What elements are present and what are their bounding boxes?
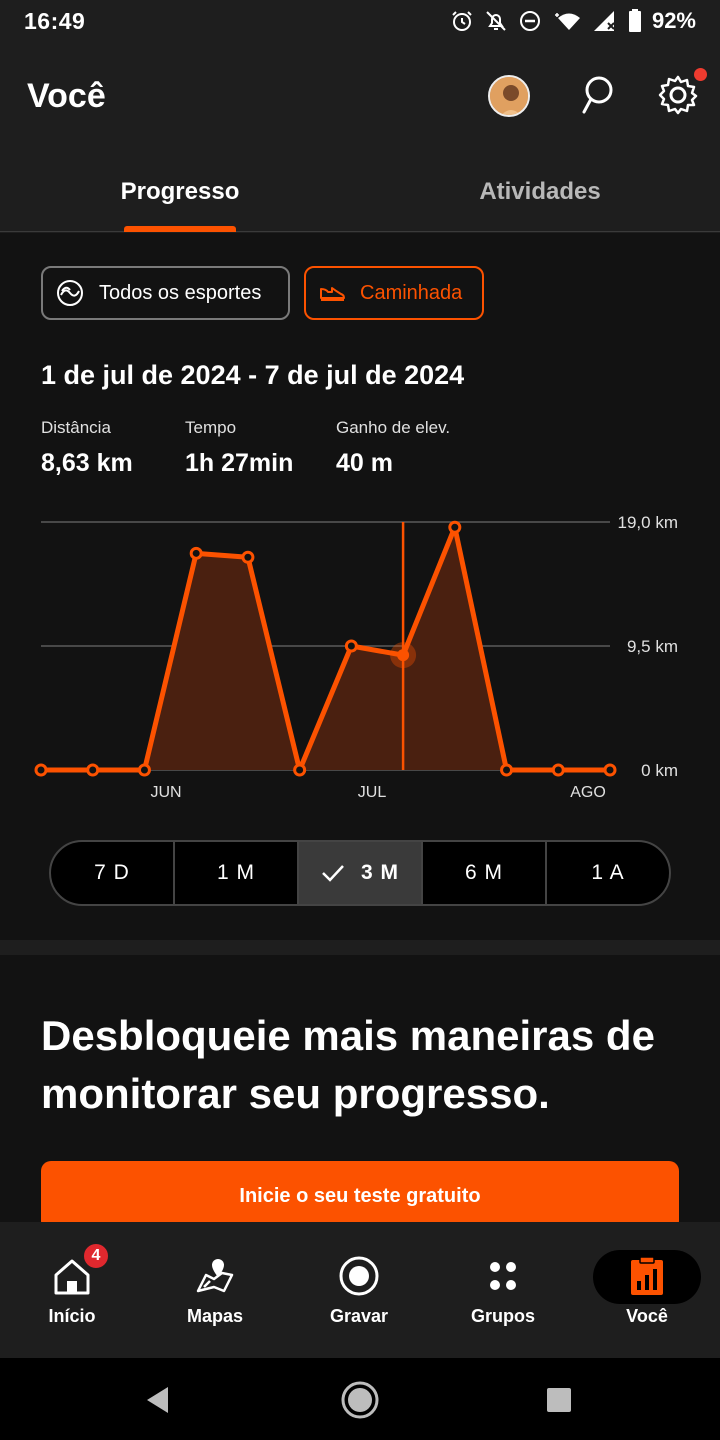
shoe-icon (320, 287, 345, 301)
tab-bar: Progresso Atividades (0, 144, 720, 232)
chart-point (189, 546, 203, 560)
chart-y-tick-label: 9,5 km (627, 637, 678, 656)
dnd-icon (519, 11, 540, 31)
settings-button[interactable] (656, 71, 700, 119)
all-sports-icon (57, 280, 83, 306)
filter-walk[interactable]: Caminhada (304, 266, 484, 320)
system-recents-button[interactable] (537, 1378, 581, 1422)
wifi-icon (554, 13, 580, 30)
nav-you[interactable]: Você (575, 1222, 719, 1358)
chart-point (34, 763, 48, 777)
chart-point (551, 763, 565, 777)
map-icon (193, 1254, 237, 1298)
chart-point (241, 550, 255, 564)
chart-point (86, 763, 100, 777)
progress-section: Todos os esportes Caminhada 1 de jul de … (0, 233, 720, 940)
range-6m[interactable]: 6 M (423, 842, 547, 904)
range-1m[interactable]: 1 M (175, 842, 299, 904)
nav-record[interactable]: Gravar (287, 1222, 431, 1358)
chart-point (603, 763, 617, 777)
stat-elevation-value: 40 m (336, 449, 393, 477)
system-home-button[interactable] (338, 1378, 382, 1422)
stat-time-value: 1h 27min (185, 449, 294, 477)
recents-icon (547, 1388, 571, 1412)
page-title: Você (27, 77, 106, 115)
groups-icon (481, 1254, 525, 1298)
stat-distance-value: 8,63 km (41, 449, 133, 477)
chart-x-tick-label: AGO (570, 784, 606, 801)
range-1a[interactable]: 1 A (547, 842, 669, 904)
alarm-icon (452, 11, 472, 31)
chart-selected-point (397, 649, 410, 662)
chart-y-tick-label: 19,0 km (618, 513, 678, 532)
back-icon (147, 1387, 168, 1413)
nav-home-label: Início (48, 1306, 96, 1326)
home-circle-icon (341, 1381, 379, 1419)
chart-point (137, 763, 151, 777)
signal-icon (593, 11, 615, 31)
range-3m[interactable]: 3 M (299, 842, 423, 904)
nav-you-label: Você (626, 1306, 668, 1326)
time-range-selector: 7 D 1 M 3 M 6 M 1 A (49, 840, 671, 906)
battery-icon (628, 9, 641, 32)
chart-point (293, 763, 307, 777)
you-icon (625, 1254, 669, 1298)
stat-time-label: Tempo (185, 418, 237, 437)
gear-icon (658, 75, 698, 115)
avatar[interactable] (488, 75, 530, 117)
status-time: 16:49 (24, 8, 86, 34)
tab-activities[interactable]: Atividades (360, 178, 720, 206)
chart-point (344, 639, 358, 653)
app-header: Você (0, 44, 720, 144)
chart-point (448, 520, 462, 534)
home-badge: 4 (82, 1242, 110, 1270)
search-icon (582, 76, 613, 114)
nav-maps[interactable]: Mapas (143, 1222, 287, 1358)
chart-y-tick-label: 0 km (641, 761, 678, 780)
filter-all-sports[interactable]: Todos os esportes (41, 266, 290, 320)
chart-x-tick-label: JUL (358, 784, 387, 801)
nav-home[interactable]: 4 Início (0, 1222, 144, 1358)
nav-groups-label: Grupos (470, 1306, 535, 1326)
search-button[interactable] (575, 71, 619, 119)
avatar-image (490, 77, 528, 115)
upsell-headline: Desbloqueie mais maneiras de monitorar s… (41, 1012, 655, 1117)
tab-progress[interactable]: Progresso (0, 178, 360, 206)
status-bar: 16:49 92% (0, 0, 720, 44)
start-trial-button[interactable]: Inicie o seu teste gratuito (41, 1161, 679, 1231)
filter-walk-label: Caminhada (360, 281, 463, 304)
chart-x-tick-label: JUN (150, 784, 181, 801)
date-range: 1 de jul de 2024 - 7 de jul de 2024 (41, 360, 465, 390)
nav-groups[interactable]: Grupos (431, 1222, 575, 1358)
settings-notification-dot (694, 68, 707, 81)
nav-maps-label: Mapas (186, 1306, 244, 1326)
filter-all-sports-label: Todos os esportes (99, 281, 262, 304)
distance-chart[interactable]: 19,0 km 9,5 km 0 km JUN JUL AGO (0, 503, 720, 813)
bottom-nav: 4 Início Mapas Gravar Grupos Você (0, 1222, 720, 1358)
status-icons: 92% (450, 6, 696, 36)
upsell-section: Desbloqueie mais maneiras de monitorar s… (0, 955, 720, 1231)
chart-area (41, 527, 610, 770)
battery-percentage: 92% (651, 8, 696, 33)
check-icon (322, 865, 344, 882)
range-7d[interactable]: 7 D (51, 842, 175, 904)
notifications-off-icon (486, 11, 506, 31)
active-tab-indicator (124, 226, 236, 232)
system-nav-bar (0, 1358, 720, 1440)
chart-point (500, 763, 514, 777)
record-icon (337, 1254, 381, 1298)
stat-elevation-label: Ganho de elev. (336, 418, 451, 437)
stat-distance-label: Distância (41, 418, 111, 437)
system-back-button[interactable] (136, 1378, 180, 1422)
nav-record-label: Gravar (329, 1306, 389, 1326)
